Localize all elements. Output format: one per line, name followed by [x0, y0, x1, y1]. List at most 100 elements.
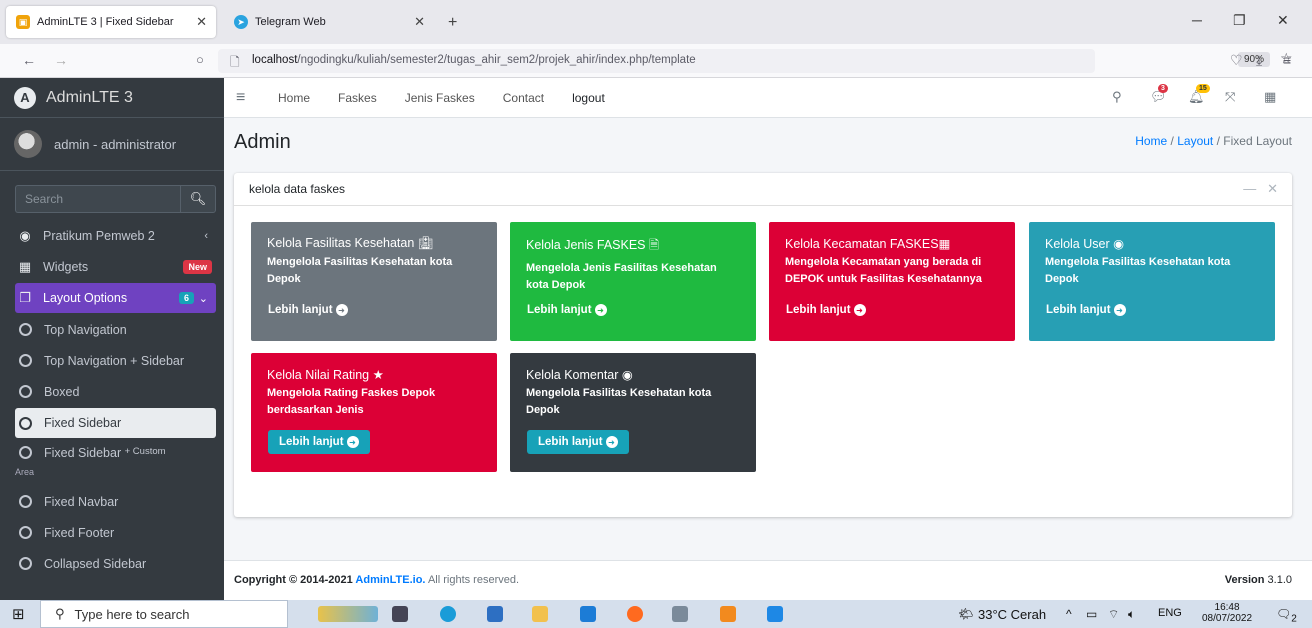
box-desc: Mengelola Fasilitas Kesehatan kota Depok [267, 256, 453, 285]
mail-icon[interactable] [580, 606, 596, 622]
chevron-down-icon: ⌄ [198, 292, 208, 305]
sidebar-item-top-navigation-sidebar[interactable]: Top Navigation + Sidebar [15, 346, 216, 376]
wifi-icon[interactable]: ⌔ [1108, 607, 1119, 622]
language-indicator[interactable]: ENG [1158, 607, 1182, 619]
sidebar-item-fixed-sidebar[interactable]: Fixed Sidebar [15, 408, 216, 439]
sidebar-item-widgets[interactable]: ▦ Widgets New [15, 252, 216, 282]
control-sidebar-icon[interactable]: ▦ [1264, 89, 1276, 105]
taskbar-search[interactable]: ⚲ Type here to search [40, 600, 288, 628]
more-info-button[interactable]: Lebih lanjut ➜ [527, 430, 629, 454]
sidebar-item-pratikum[interactable]: ◉ Pratikum Pemweb 2 ‹ [15, 221, 216, 251]
minimize-icon[interactable]: ─ [1192, 12, 1202, 28]
store-icon[interactable] [487, 606, 503, 622]
sidebar-item-fixed-sidebar-custom[interactable]: Fixed Sidebar + Custom Area [15, 439, 216, 485]
sidebar-item-collapsed-sidebar[interactable]: Collapsed Sidebar [15, 549, 216, 579]
weather-icon[interactable]: 🌤︎ [958, 607, 973, 621]
messages-icon[interactable]: 💬︎ 3 [1150, 84, 1168, 105]
messages-badge: 3 [1158, 84, 1168, 93]
close-tab-icon[interactable]: ✕ [414, 14, 425, 30]
address-bar[interactable]: 🗋 localhost/ngodingku/kuliah/semester2/t… [218, 49, 1293, 73]
nav-link-contact[interactable]: Contact [503, 91, 544, 105]
more-info-link[interactable]: Lebih lanjut ➜ [1046, 304, 1126, 316]
firefox-icon[interactable] [627, 606, 643, 622]
tray-up-icon[interactable]: ^ [1066, 607, 1072, 621]
pocket-icon[interactable]: ♡ [1230, 52, 1243, 69]
tab-adminlte[interactable]: ▣ AdminLTE 3 | Fixed Sidebar ✕ [6, 6, 216, 38]
close-window-icon[interactable]: ✕ [1277, 12, 1289, 29]
tab-title: AdminLTE 3 | Fixed Sidebar [37, 16, 174, 28]
sidebar-item-layout-options[interactable]: ❐ Layout Options 6 ⌄ [15, 283, 216, 314]
circle-icon [19, 354, 32, 368]
arrow-circle-right-icon: ➜ [1113, 304, 1126, 316]
menu-icon[interactable]: ≡ [1283, 52, 1291, 68]
sidebar-item-label: Fixed Sidebar [44, 416, 122, 431]
more-info-link[interactable]: Lebih lanjut ➜ [527, 304, 607, 316]
clock[interactable]: 16:48 08/07/2022 [1202, 602, 1252, 624]
zoom-level[interactable]: 90% [1238, 52, 1271, 67]
search-icon[interactable]: ⚲ [1112, 89, 1122, 105]
app-icon[interactable] [672, 606, 688, 622]
close-tab-icon[interactable]: ✕ [196, 14, 207, 30]
weather-text[interactable]: 33°C Cerah [978, 607, 1046, 622]
notifications-badge: 15 [1196, 84, 1210, 93]
more-info-link[interactable]: Lebih lanjut ➜ [786, 304, 866, 316]
more-info-link[interactable]: Lebih lanjut ➜ [268, 304, 348, 316]
windows-start-icon[interactable]: ⊞ [12, 605, 25, 623]
box-title: Kelola User [1045, 237, 1110, 251]
back-icon[interactable]: ← [22, 52, 36, 68]
edge-icon[interactable] [440, 606, 456, 622]
forward-icon[interactable]: → [54, 52, 68, 68]
notification-center-icon[interactable]: 🗨︎2 [1276, 607, 1297, 624]
vscode-icon[interactable] [767, 606, 783, 622]
task-view-icon[interactable] [392, 606, 408, 622]
news-widget-icon[interactable] [318, 606, 378, 622]
close-icon[interactable]: ✕ [1267, 181, 1278, 196]
circle-icon [19, 526, 32, 540]
sidebar-item-fixed-navbar[interactable]: Fixed Navbar [15, 487, 216, 517]
volume-icon[interactable]: 🔈︎ [1128, 607, 1135, 622]
page-title: Admin [234, 131, 291, 153]
sidebar-item-top-navigation[interactable]: Top Navigation [15, 315, 216, 345]
main-header: ≡ Home Faskes Jenis Faskes Contact logou… [224, 78, 1312, 118]
tracking-shield-icon[interactable]: ○ [196, 52, 204, 67]
breadcrumb-layout[interactable]: Layout [1177, 134, 1213, 148]
brand-link[interactable]: A AdminLTE 3 [0, 78, 224, 118]
fullscreen-icon[interactable]: ⤧ [1225, 89, 1235, 105]
file-explorer-icon[interactable] [532, 606, 548, 622]
arrow-circle-right-icon: ➜ [594, 304, 607, 316]
box-title: Kelola Fasilitas Kesehatan [267, 236, 415, 250]
adminlte-logo-icon: A [14, 86, 36, 109]
box-desc: Mengelola Fasilitas Kesehatan kota Depok [1045, 256, 1231, 285]
nav-link-logout[interactable]: logout [572, 91, 605, 105]
breadcrumb-current: Fixed Layout [1223, 134, 1292, 148]
bell-icon[interactable]: 🔔︎ 15 [1188, 84, 1210, 105]
new-tab-button[interactable]: + [448, 14, 457, 32]
more-info-button[interactable]: Lebih lanjut ➜ [268, 430, 370, 454]
hamburger-icon[interactable]: ≡ [236, 89, 264, 107]
downloads-icon[interactable]: ⤓ [1256, 52, 1262, 69]
collapse-icon[interactable]: — [1243, 181, 1256, 196]
hospital-icon: 🏥︎ [417, 236, 434, 250]
tab-telegram[interactable]: ➤ Telegram Web ✕ [224, 6, 434, 38]
sidebar-item-boxed[interactable]: Boxed [15, 377, 216, 407]
restore-icon[interactable]: ❐ [1233, 12, 1246, 29]
box-desc: Mengelola Jenis Fasilitas Kesehatan kota… [526, 262, 717, 291]
xampp-icon[interactable] [720, 606, 736, 622]
nav-link-faskes[interactable]: Faskes [338, 91, 377, 105]
sidebar-item-fixed-footer[interactable]: Fixed Footer [15, 518, 216, 548]
user-panel[interactable]: admin - administrator [0, 118, 224, 171]
content-header: Admin Home / Layout / Fixed Layout [224, 118, 1312, 168]
sidebar-menu: ◉ Pratikum Pemweb 2 ‹ ▦ Widgets New ❐ La… [0, 221, 224, 579]
adminlte-favicon-icon: ▣ [16, 15, 30, 29]
circle-icon [19, 323, 32, 337]
adminlte-link[interactable]: AdminLTE.io. [355, 574, 425, 586]
nav-link-home[interactable]: Home [278, 91, 310, 105]
breadcrumb-home[interactable]: Home [1135, 134, 1167, 148]
nav-link-jenis-faskes[interactable]: Jenis Faskes [405, 91, 475, 105]
small-box-rating: Kelola Nilai Rating ★ Mengelola Rating F… [251, 353, 497, 472]
sidebar-item-label: Boxed [44, 384, 80, 399]
search-icon[interactable]: 🔍︎ [180, 185, 216, 213]
sidebar-search-input[interactable]: Search [15, 185, 180, 213]
sidebar-item-suffix: + Custom [124, 446, 166, 458]
clock-date: 08/07/2022 [1202, 613, 1253, 624]
